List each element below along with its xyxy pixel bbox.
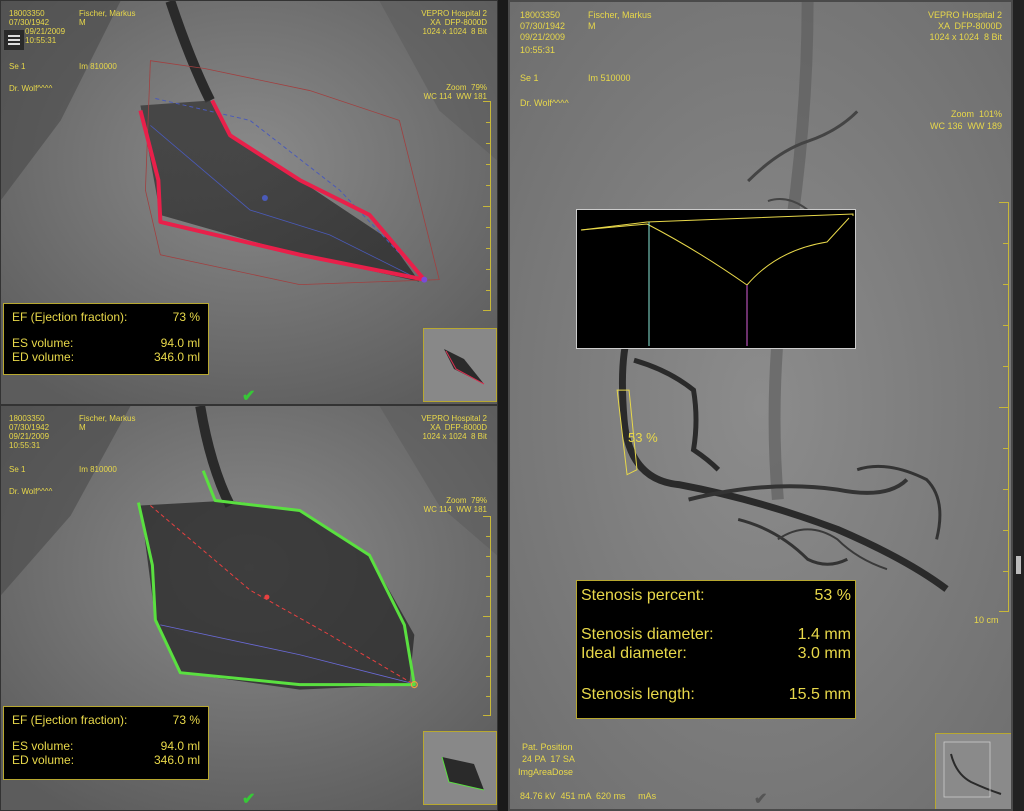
patient-dob: 07/30/1942: [9, 423, 50, 432]
hamburger-menu-icon: [8, 35, 20, 45]
viewport-lv-bottom[interactable]: 18003350 Fischer, Markus 07/30/1942 M 09…: [0, 405, 498, 811]
image-label: Im 810000: [79, 465, 117, 474]
viewport-lv-top[interactable]: 18003350 Fischer, Markus 07/30/1942 M 09…: [0, 0, 498, 405]
stenosis-measurement-box: Stenosis percent: 53 % Stenosis diameter:…: [576, 580, 856, 719]
scale-ruler: [483, 516, 491, 716]
scale-ruler: [999, 202, 1009, 612]
study-time: 10:55:31: [25, 36, 57, 45]
patient-name: Fischer, Markus: [588, 10, 652, 20]
doctor-name: Dr. Wolf^^^^: [9, 84, 53, 93]
thumbnail-lv-top[interactable]: [423, 328, 497, 402]
stenosis-length-label: Stenosis length:: [581, 686, 695, 703]
study-date: 09/21/2009: [9, 432, 50, 441]
stenosis-percent-value: 53 %: [814, 587, 851, 604]
patient-sex: M: [588, 21, 596, 31]
ed-volume-label: ED volume:: [12, 753, 75, 767]
zoom-info: Zoom 79%: [446, 83, 487, 92]
pat-position-label: Pat. Position: [522, 742, 573, 752]
study-time: 10:55:31: [9, 441, 41, 450]
zoom-info: Zoom 79%: [446, 496, 487, 505]
matrix-info: 1024 x 1024 8 Bit: [422, 27, 488, 36]
es-volume-value: 94.0 ml: [160, 739, 200, 753]
stenosis-marker-label: 53 %: [628, 430, 658, 445]
study-time: 10:55:31: [520, 45, 556, 55]
viewport-coronary[interactable]: 18003350 Fischer, Markus 07/30/1942 M 09…: [508, 0, 1013, 811]
study-date: 09/21/2009: [25, 27, 66, 36]
ed-volume-value: 346.0 ml: [153, 753, 200, 767]
device-name: XA DFP-8000D: [937, 21, 1002, 31]
patient-id: 18003350: [520, 10, 561, 20]
patient-dob: 07/30/1942: [520, 21, 566, 31]
ef-label: EF (Ejection fraction):: [12, 713, 128, 727]
hospital-name: VEPRO Hospital 2: [421, 414, 487, 423]
hospital-name: VEPRO Hospital 2: [421, 9, 487, 18]
stenosis-length-value: 15.5 mm: [788, 686, 851, 703]
stenosis-percent-label: Stenosis percent:: [581, 587, 705, 604]
vertical-scrollbar[interactable]: [1013, 0, 1024, 811]
hospital-name: VEPRO Hospital 2: [927, 10, 1002, 20]
patient-sex: M: [79, 423, 86, 432]
thumbnail-coronary[interactable]: [935, 733, 1011, 809]
ideal-diameter-label: Ideal diameter:: [581, 645, 687, 662]
img-area-dose: ImgAreaDose: [518, 767, 574, 777]
ef-value: 73 %: [172, 713, 200, 727]
patient-id: 18003350: [9, 9, 45, 18]
ed-volume-label: ED volume:: [12, 350, 75, 364]
patient-sex: M: [79, 18, 86, 27]
device-name: XA DFP-8000D: [430, 423, 487, 432]
doctor-name: Dr. Wolf^^^^: [9, 487, 53, 496]
patient-name: Fischer, Markus: [79, 414, 136, 423]
matrix-info: 1024 x 1024 8 Bit: [422, 432, 488, 441]
study-date: 09/21/2009: [520, 32, 566, 42]
exposure-info: 84.76 kV 451 mA 620 ms mAs: [520, 791, 657, 801]
scale-ruler: [483, 101, 491, 311]
es-volume-value: 94.0 ml: [160, 336, 200, 350]
image-label: Im 810000: [79, 62, 117, 71]
window-info: WC 114 WW 181: [423, 505, 487, 514]
ef-label: EF (Ejection fraction):: [12, 310, 128, 324]
stenosis-diameter-label: Stenosis diameter:: [581, 626, 714, 643]
ideal-diameter-value: 3.0 mm: [797, 645, 851, 662]
series-label: Se 1: [9, 62, 26, 71]
es-volume-label: ES volume:: [12, 336, 74, 350]
device-name: XA DFP-8000D: [430, 18, 487, 27]
doctor-name: Dr. Wolf^^^^: [520, 98, 569, 108]
zoom-info: Zoom 101%: [950, 109, 1002, 119]
matrix-info: 1024 x 1024 8 Bit: [929, 32, 1002, 42]
scale-label: 10 cm: [974, 615, 999, 625]
window-info: WC 136 WW 189: [929, 121, 1002, 131]
window-info: WC 114 WW 181: [423, 92, 487, 101]
image-label: Im 510000: [588, 73, 631, 83]
thumbnail-lv-bottom[interactable]: [423, 731, 497, 805]
patient-name: Fischer, Markus: [79, 9, 136, 18]
patient-dob: 07/30/1942: [9, 18, 50, 27]
pat-position-value: 24 PA 17 SA: [522, 754, 575, 764]
diameter-profile-graph: [576, 209, 856, 349]
stenosis-diameter-value: 1.4 mm: [797, 626, 851, 643]
ed-volume-value: 346.0 ml: [153, 350, 200, 364]
ef-measurement-box: EF (Ejection fraction): 73 % ES volume: 94…: [3, 706, 209, 780]
es-volume-label: ES volume:: [12, 739, 74, 753]
patient-id: 18003350: [9, 414, 45, 423]
hamburger-menu-button[interactable]: [3, 29, 25, 51]
ef-measurement-box: EF (Ejection fraction): 73 % ES volume: 94…: [3, 303, 209, 375]
checkmark-icon: ✔: [242, 388, 256, 405]
checkmark-icon: ✔: [754, 791, 768, 808]
series-label: Se 1: [520, 73, 539, 83]
ef-value: 73 %: [172, 310, 200, 324]
checkmark-icon: ✔: [242, 791, 256, 808]
scrollbar-thumb[interactable]: [1016, 556, 1021, 574]
series-label: Se 1: [9, 465, 26, 474]
